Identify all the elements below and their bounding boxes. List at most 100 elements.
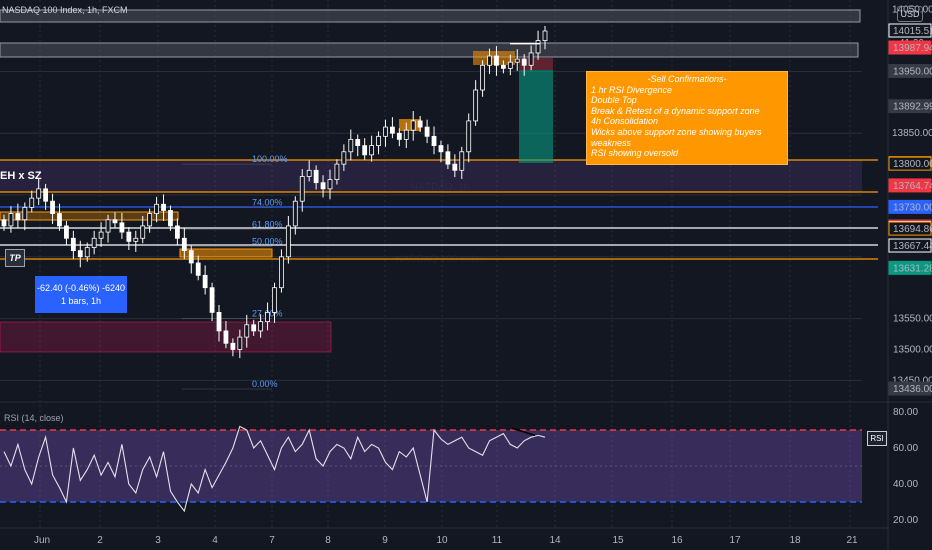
candle-body xyxy=(466,120,472,153)
currency-button[interactable]: USD xyxy=(897,6,923,22)
time-tick: 10 xyxy=(436,535,448,546)
note-line: Break & Retest of a dynamic support zone xyxy=(591,105,760,116)
note-line: 1 hr RSI Divergence xyxy=(591,84,673,95)
candle-body xyxy=(36,188,42,199)
rsi-tick: 40.00 xyxy=(893,479,918,490)
rsi-tick: 60.00 xyxy=(893,443,918,454)
candle-body xyxy=(424,126,430,137)
price-badge-text: 13550.00 xyxy=(893,314,932,325)
candle-body xyxy=(202,274,208,289)
candle-body xyxy=(438,145,444,153)
candle-body xyxy=(57,213,62,227)
candle-body xyxy=(70,237,76,252)
price-badge-text: 13730.00 xyxy=(893,202,932,213)
watermark-title: NASDAQ, 1h xyxy=(411,182,470,193)
candle-body xyxy=(15,213,21,221)
candle-body xyxy=(473,89,479,122)
candle-body xyxy=(542,30,548,41)
candle-body xyxy=(126,231,132,242)
orange-zone xyxy=(179,248,273,258)
candle-body xyxy=(29,197,35,208)
candle-body xyxy=(147,213,153,227)
resistance-zone-top xyxy=(0,9,861,23)
candle-body xyxy=(507,61,513,69)
price-badge-text: 13631.28 xyxy=(893,263,932,274)
note-title: -Sell Confirmations- xyxy=(647,74,727,84)
rsi-tick: 80.00 xyxy=(893,407,918,418)
main-chart[interactable]: 100.00%74.00%61.80%50.00%27.00%0.00%NASD… xyxy=(0,0,932,550)
candle-body xyxy=(306,169,312,177)
group-label: EH x SZ xyxy=(0,170,42,182)
candle-body xyxy=(417,120,423,128)
candle-body xyxy=(216,311,222,332)
price-badge-text: 13987.94 xyxy=(893,43,932,54)
note-line: RSI showing oversold xyxy=(591,148,679,159)
candle-body xyxy=(320,182,326,190)
candle-body xyxy=(98,231,104,239)
candle-body xyxy=(50,200,55,214)
candle-body xyxy=(355,139,361,147)
candle-body xyxy=(403,129,409,140)
candle-body xyxy=(528,52,534,66)
candle-body xyxy=(431,135,437,147)
candle-body xyxy=(521,58,527,66)
time-tick: Jun xyxy=(34,535,50,546)
candle-body xyxy=(459,151,465,171)
candle-body xyxy=(445,151,451,165)
candle-body xyxy=(230,342,236,350)
fib-label: 61.80% xyxy=(252,220,283,230)
price-badge-text: 13500.00 xyxy=(893,344,932,355)
candle-body xyxy=(348,139,354,153)
candle-body xyxy=(84,247,90,258)
time-tick: 14 xyxy=(549,535,561,546)
candle-body xyxy=(514,58,520,63)
candle-body xyxy=(272,287,277,313)
candle-body xyxy=(133,237,139,242)
chart-root: 100.00%74.00%61.80%50.00%27.00%0.00%NASD… xyxy=(0,0,932,550)
candle-body xyxy=(161,203,166,211)
price-badge-text: 13436.00 xyxy=(893,384,932,395)
fib-label: 50.00% xyxy=(252,236,283,246)
candle-body xyxy=(327,179,333,190)
watermark-subtitle: NASDAQ 100 Index xyxy=(396,254,485,265)
candle-body xyxy=(244,324,250,338)
price-badge-text: 13764.74 xyxy=(893,181,932,192)
candle-body xyxy=(396,132,402,140)
candle-body xyxy=(140,225,146,239)
time-tick: 4 xyxy=(212,535,218,546)
candle-body xyxy=(195,262,201,276)
candle-body xyxy=(112,219,118,224)
rsi-tag[interactable]: RSI xyxy=(867,431,887,446)
measure-line-1: -62.40 (-0.46%) -6240 xyxy=(36,283,126,293)
fib-label: 100.00% xyxy=(252,154,288,164)
position-target-zone xyxy=(519,70,553,163)
time-tick: 11 xyxy=(492,535,503,546)
candle-body xyxy=(452,163,458,171)
candle-body xyxy=(181,237,187,252)
price-badge-text: 13800.00 xyxy=(893,159,932,170)
candle-body xyxy=(251,324,257,332)
note-line: Wicks above support zone showing buyers … xyxy=(591,126,762,148)
candle-body xyxy=(8,213,14,227)
symbol-title: NASDAQ 100 Index, 1h, FXCM xyxy=(2,5,128,15)
candle-body xyxy=(154,203,159,214)
sell-confirmations-note[interactable]: -Sell Confirmations- 1 hr RSI Divergence… xyxy=(586,71,788,165)
candle-body xyxy=(494,55,499,66)
candle-body xyxy=(285,225,291,258)
orange-zone xyxy=(399,119,421,131)
time-tick: 16 xyxy=(671,535,683,546)
measure-tool-box[interactable]: -62.40 (-0.46%) -6240 1 bars, 1h xyxy=(35,276,127,313)
price-badge-text: 13892.99 xyxy=(893,102,932,113)
candle-body xyxy=(383,126,388,137)
price-tick: 13850.00 xyxy=(892,128,932,139)
tp-badge[interactable]: TP xyxy=(5,249,25,267)
price-badge-text: 13667.44 xyxy=(893,241,932,252)
fib-label: 0.00% xyxy=(252,379,278,389)
candle-body xyxy=(265,311,270,323)
rsi-tick: 20.00 xyxy=(893,515,918,526)
candle-body xyxy=(535,40,541,54)
candle-body xyxy=(237,336,243,350)
candle-body xyxy=(1,219,7,227)
candle-body xyxy=(480,64,485,91)
candle-body xyxy=(410,120,416,131)
